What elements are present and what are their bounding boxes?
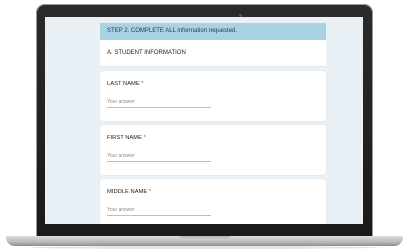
required-asterisk: * [148,189,152,195]
laptop-screen: STEP 2. COMPLETE ALL information request… [45,17,363,224]
step-banner: STEP 2. COMPLETE ALL information request… [100,23,326,40]
question-label: LAST NAME * [107,80,319,88]
question-label-text: MIDDLE NAME [107,189,148,195]
first-name-input[interactable]: Your answer [107,153,211,162]
last-name-input[interactable]: Your answer [107,99,211,108]
question-card-middle-name: MIDDLE NAME * Your answer [100,179,326,224]
question-label: MIDDLE NAME * [107,188,319,196]
question-label: FIRST NAME * [107,134,319,142]
required-asterisk: * [143,135,146,141]
question-card-last-name: LAST NAME * Your answer [100,71,326,121]
laptop-notch [180,236,230,240]
middle-name-input[interactable]: Your answer [107,207,211,216]
required-asterisk: * [141,81,144,87]
question-label-text: FIRST NAME [107,135,142,141]
google-form: STEP 2. COMPLETE ALL information request… [100,23,326,224]
laptop-mockup: STEP 2. COMPLETE ALL information request… [0,0,409,252]
question-label-text: LAST NAME [107,81,140,87]
question-card-first-name: FIRST NAME * Your answer [100,125,326,175]
section-title: A. STUDENT INFORMATION [100,40,326,67]
laptop-shadow [30,246,379,249]
